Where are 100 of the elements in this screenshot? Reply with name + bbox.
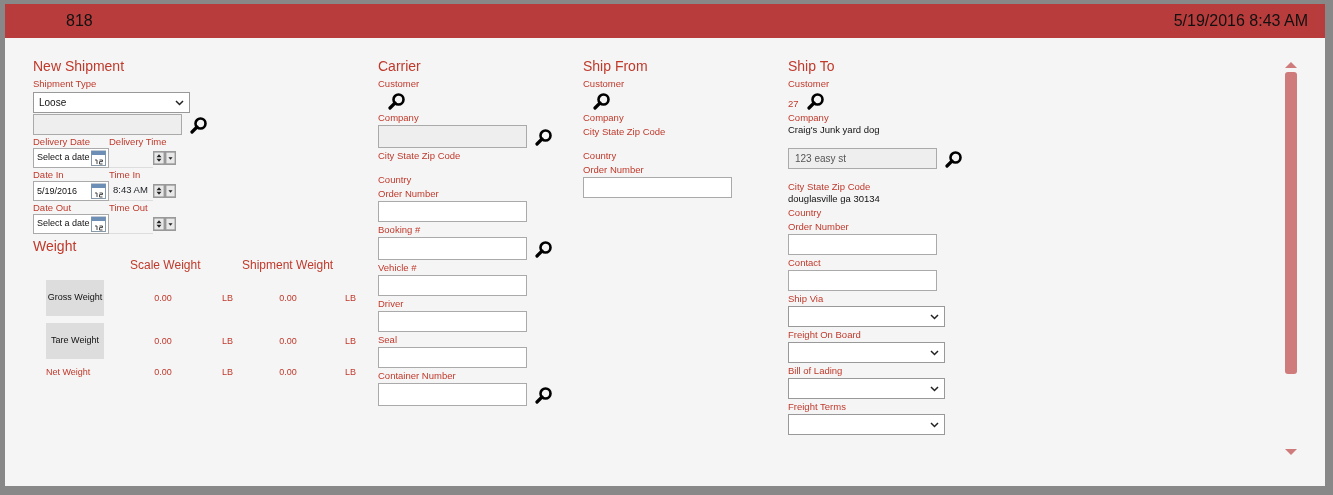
field-label: Country [788,207,823,219]
calendar-icon[interactable] [91,150,106,166]
unit-label: LB [222,291,234,304]
field-value: douglasville ga 30134 [788,193,881,205]
unit-label: LB [345,366,356,378]
date-time: 5/19/2016 8:43 AM [1173,11,1308,31]
column-header: Scale Weight [130,258,202,272]
search-icon[interactable] [388,92,406,110]
spinner-button[interactable] [153,184,165,198]
input-field[interactable] [378,311,527,332]
input-field[interactable] [378,237,527,260]
row-label: Net Weight [46,366,92,378]
field-label: City State Zip Code [788,181,872,193]
field-value: Craig's Junk yard dog [788,124,881,136]
input-field[interactable] [583,177,732,198]
chevron-down-icon [930,349,939,356]
field-label: Date In [33,169,65,181]
date-picker[interactable]: 5/19/2016 [33,181,109,201]
field-label: Customer [583,78,626,90]
dropdown-button[interactable] [165,217,176,231]
chevron-down-icon [930,421,939,428]
field-label: Company [788,112,830,124]
field-label: Order Number [378,188,440,200]
spinner-button[interactable] [153,217,165,231]
field-label: Shipment Type [33,78,98,90]
input-field[interactable] [378,275,527,296]
unit-label: LB [345,291,356,304]
field-label: Order Number [583,164,645,176]
field-label: Booking # [378,224,422,236]
spinner-button[interactable] [153,151,165,165]
unit-label: LB [345,334,356,347]
dropdown-button[interactable] [165,151,176,165]
section-title: New Shipment [33,58,126,74]
field-label: Date Out [33,202,73,214]
weight-value: 0.00 [153,334,173,347]
weight-button[interactable]: Tare Weight [46,322,104,359]
unit-label: LB [222,366,234,378]
field-label: Container Number [378,370,457,382]
input-field[interactable] [33,114,182,135]
input-field[interactable] [788,270,937,291]
weight-value: 0.00 [278,291,298,304]
field-label: Time In [109,169,142,181]
weight-value: 0.00 [278,334,298,347]
search-icon[interactable] [190,115,208,134]
dropdown[interactable] [788,414,945,435]
calendar-icon[interactable] [91,183,106,199]
field-label: Time Out [109,202,149,214]
field-label: Contact [788,257,822,269]
dropdown-button[interactable] [165,184,176,198]
weight-value: 0.00 [153,291,173,304]
scroll-up-arrow[interactable] [1285,62,1297,68]
field-label: Country [583,150,618,162]
field-label: Bill of Lading [788,365,844,377]
field-label: Seal [378,334,398,346]
field-label: City State Zip Code [378,150,462,162]
field-label: Freight Terms [788,401,847,413]
field-label: Vehicle # [378,262,418,274]
search-icon[interactable] [535,239,553,258]
field-label: Delivery Date [33,136,92,148]
scroll-down-arrow[interactable] [1285,449,1297,455]
field-label: Customer [378,78,421,90]
weight-value: 0.00 [153,366,173,378]
chevron-down-icon [175,99,184,106]
input-field[interactable] [378,347,527,368]
input-field[interactable] [788,234,937,255]
section-title: Weight [33,238,78,254]
section-title: Ship To [788,58,836,74]
unit-label: LB [222,334,234,347]
chevron-down-icon [930,385,939,392]
calendar-icon[interactable] [91,216,106,232]
date-picker[interactable]: Select a date [33,214,109,234]
dropdown[interactable] [788,306,945,327]
input-field[interactable] [378,201,527,222]
dropdown[interactable] [788,378,945,399]
field-label: Company [583,112,625,124]
search-icon[interactable] [593,92,611,110]
search-icon[interactable] [535,385,553,404]
field-label: Driver [378,298,405,310]
field-label: Company [378,112,420,124]
section-title: Carrier [378,58,422,74]
column-header: Shipment Weight [242,258,334,272]
weight-button[interactable]: Gross Weight [46,279,104,316]
date-picker[interactable]: Select a date [33,148,109,168]
shipment-type-dropdown[interactable]: Loose [33,92,190,113]
section-title: Ship From [583,58,649,74]
customer-number: 27 [788,98,799,110]
field-label: Customer [788,78,831,90]
chevron-down-icon [930,313,939,320]
weight-value: 0.00 [278,366,298,378]
field-label: Order Number [788,221,850,233]
field-label: City State Zip Code [583,126,667,138]
input-field[interactable] [378,383,527,406]
scrollbar-thumb[interactable] [1285,72,1297,374]
field-label: Country [378,174,413,186]
search-icon[interactable] [806,92,825,110]
field-label: Delivery Time [109,136,168,148]
record-number: 818 [66,11,93,31]
field-label: Ship Via [788,293,825,305]
field-label: Freight On Board [788,329,862,341]
dropdown[interactable] [788,342,945,363]
